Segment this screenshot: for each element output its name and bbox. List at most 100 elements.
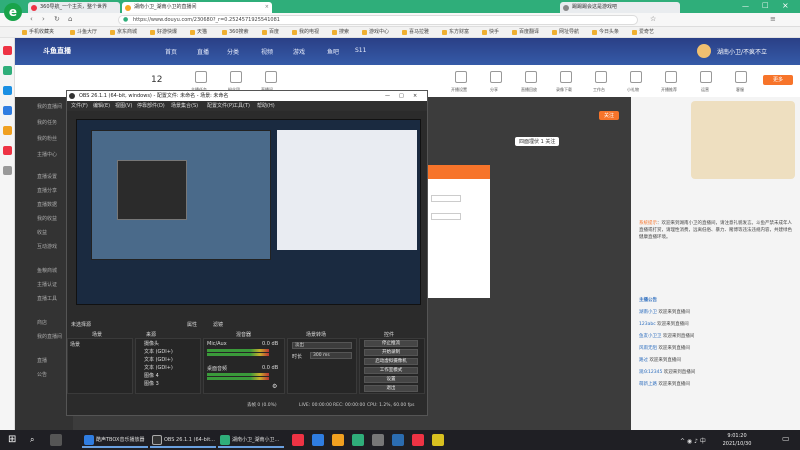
url-input[interactable]: https://www.douyu.com/230680?_r=0.252457… (118, 15, 638, 25)
source-item[interactable]: 图像 3 (144, 380, 159, 387)
nav-item[interactable]: 鱼吧 (327, 47, 339, 56)
app-icon[interactable] (352, 434, 364, 446)
stop-streaming-button[interactable]: 停止推流 (364, 340, 418, 347)
app-icon[interactable] (3, 146, 12, 155)
site-logo[interactable]: 斗鱼直播 (43, 46, 71, 56)
tray-icons[interactable]: ^ ◉ ♪ 中 (680, 436, 706, 445)
nav-item[interactable]: 直播 (197, 47, 209, 56)
bookmark[interactable]: 游戏中心 (362, 28, 389, 37)
service-icon[interactable] (735, 71, 747, 83)
nav-item[interactable]: 分类 (227, 47, 239, 56)
menu-icon[interactable]: ≡ (770, 15, 776, 23)
room-icon[interactable] (265, 71, 277, 83)
dialog-input[interactable] (431, 213, 461, 220)
star-icon[interactable]: ☆ (650, 15, 656, 23)
close-tab-icon[interactable]: × (265, 2, 269, 13)
app-icon[interactable] (432, 434, 444, 446)
chat-header[interactable]: 主播公告 (639, 297, 657, 303)
scene-item[interactable]: 场景 (70, 341, 80, 348)
menu-scene-collection[interactable]: 场景集合(S) (171, 102, 198, 109)
taskbar-clock[interactable]: 9:01:20 2021/10/30 (712, 432, 762, 448)
refresh-icon[interactable]: ↻ (54, 15, 60, 23)
bookmark[interactable]: 网址导航 (552, 28, 579, 37)
dialog-input[interactable] (431, 195, 461, 202)
follow-button[interactable]: 关注 (599, 111, 620, 120)
menu-tools[interactable]: 工具(T) (233, 102, 250, 109)
gift-icon[interactable] (630, 71, 642, 83)
forward-icon[interactable]: › (42, 15, 45, 23)
home-icon[interactable]: ⌂ (68, 15, 72, 23)
bookmark[interactable]: 我的电视 (292, 28, 319, 37)
minimize-icon[interactable]: — (385, 91, 390, 101)
app-icon[interactable] (372, 434, 384, 446)
filters-tab[interactable]: 滤镜 (213, 321, 223, 328)
menu-item[interactable]: 我的直播间 (37, 103, 62, 110)
obs-titlebar[interactable]: OBS 26.1.1 (64-bit, windows) - 配置文件: 未命名… (67, 91, 427, 101)
source-item[interactable]: 文本 (GDI+) (144, 356, 173, 363)
settings-button[interactable]: 设置 (364, 376, 418, 383)
nav-item[interactable]: S11 (355, 47, 366, 54)
bookmark[interactable]: 好游快爆 (150, 28, 177, 37)
menu-item[interactable]: 我的任务 (37, 119, 57, 126)
more-button[interactable]: 更多 (763, 75, 793, 85)
app-icon[interactable] (332, 434, 344, 446)
menu-item[interactable]: 公告 (37, 371, 47, 378)
app-icon[interactable] (3, 66, 12, 75)
ops-icon[interactable] (700, 71, 712, 83)
menu-item[interactable]: 主播中心 (37, 151, 57, 158)
menu-item[interactable]: 收益 (37, 229, 47, 236)
maximize-icon[interactable]: □ (762, 1, 769, 9)
promo-banner[interactable] (691, 101, 795, 179)
virtual-camera-button[interactable]: 启动虚拟摄像机 (364, 358, 418, 365)
bookmark[interactable]: 东方财富 (442, 28, 469, 37)
bookmark[interactable]: 斗鱼大厅 (70, 28, 97, 37)
share-icon[interactable] (490, 71, 502, 83)
download-icon[interactable] (560, 71, 572, 83)
menu-item[interactable]: 直播数据 (37, 201, 57, 208)
transition-select[interactable]: 淡出 (292, 342, 352, 349)
exit-button[interactable]: 退出 (364, 385, 418, 392)
recommend-icon[interactable] (665, 71, 677, 83)
app-icon[interactable] (3, 126, 12, 135)
menu-item[interactable]: 商店 (37, 319, 47, 326)
app-icon[interactable] (3, 106, 12, 115)
taskbar-app-music[interactable]: 酷声TBOX音乐播放器 (82, 432, 148, 448)
studio-mode-button[interactable]: 工作室模式 (364, 367, 418, 374)
bookmark[interactable]: 手机收藏夹 (22, 28, 54, 37)
bookmark[interactable]: 京东商城 (110, 28, 137, 37)
signin-dialog[interactable] (427, 165, 490, 298)
duration-input[interactable]: 300 ms (310, 352, 352, 359)
obs-preview[interactable] (76, 119, 421, 305)
bookmark[interactable]: 快手 (482, 28, 499, 37)
menu-profile[interactable]: 配置文件(P) (207, 102, 234, 109)
workbench-icon[interactable] (595, 71, 607, 83)
source-item[interactable]: 摄像头 (144, 340, 159, 347)
app-icon[interactable] (3, 166, 12, 175)
start-recording-button[interactable]: 开始录制 (364, 349, 418, 356)
maximize-icon[interactable]: □ (399, 91, 404, 101)
close-window-icon[interactable]: × (782, 1, 789, 10)
menu-item[interactable]: 鱼粮商城 (37, 267, 57, 274)
minimize-icon[interactable]: — (742, 2, 749, 10)
back-icon[interactable]: ‹ (30, 15, 33, 23)
menu-item[interactable]: 直播工具 (37, 295, 57, 302)
task-view-icon[interactable] (50, 434, 62, 446)
source-item[interactable]: 图像 4 (144, 372, 159, 379)
bookmark[interactable]: 百度 (262, 28, 279, 37)
search-icon[interactable]: ⌕ (30, 435, 34, 445)
source-item[interactable]: 文本 (GDI+) (144, 348, 173, 355)
avatar[interactable] (697, 44, 711, 58)
bookmark[interactable]: 天猫 (190, 28, 207, 37)
menu-item[interactable]: 我的直播间 (37, 333, 62, 340)
source-item[interactable]: 文本 (GDI+) (144, 364, 173, 371)
settings-icon[interactable] (455, 71, 467, 83)
app-icon[interactable] (412, 434, 424, 446)
app-icon[interactable] (312, 434, 324, 446)
nav-item[interactable]: 首页 (165, 47, 177, 56)
menu-edit[interactable]: 编辑(E) (93, 102, 110, 109)
menu-file[interactable]: 文件(F) (71, 102, 88, 109)
bookmark[interactable]: 喜马拉雅 (402, 28, 429, 37)
bookmark[interactable]: 爱奇艺 (632, 28, 654, 37)
nav-item[interactable]: 游戏 (293, 47, 305, 56)
browser-tab-2[interactable]: 湖南小卫_湖南小卫的直播间 × (122, 2, 272, 13)
